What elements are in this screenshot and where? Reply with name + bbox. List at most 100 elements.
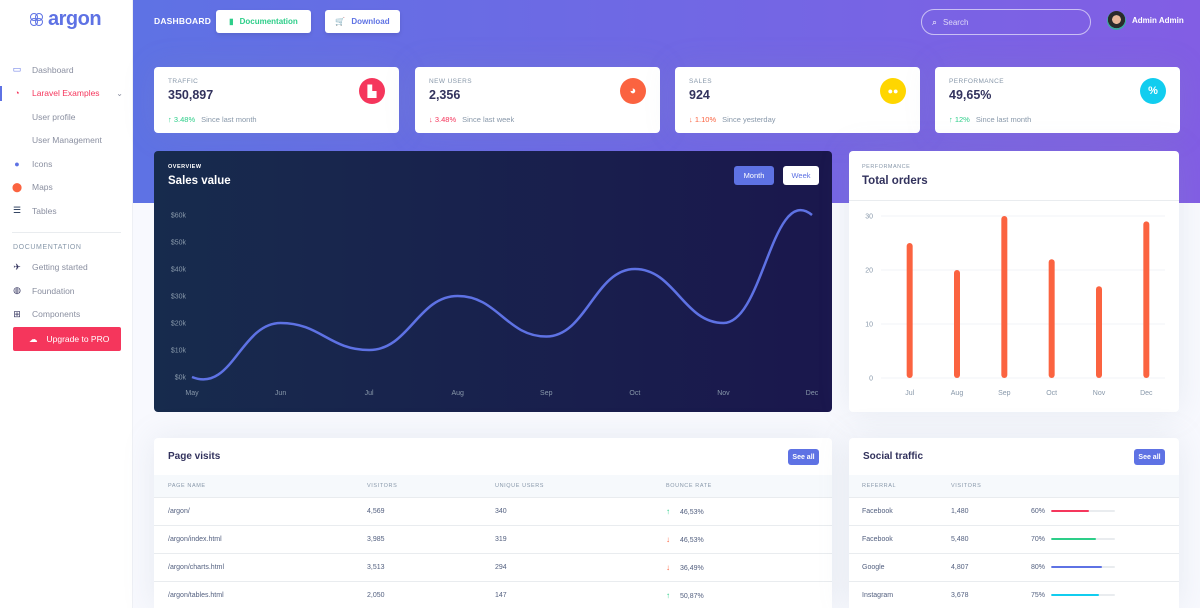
sidebar-item-label: Getting started bbox=[32, 262, 88, 273]
referral-cell: Facebook bbox=[849, 525, 951, 554]
bounce-rate-value: 46,53% bbox=[680, 508, 704, 516]
sidebar-item-label: Dashboard bbox=[32, 64, 74, 75]
user-menu[interactable]: Admin Admin bbox=[1107, 11, 1184, 30]
x-tick-label: Nov bbox=[1093, 390, 1106, 397]
list-icon: ☰ bbox=[12, 205, 22, 216]
social-traffic-table: REFERRAL VISITORS Facebook 1,480 60% Facebo… bbox=[849, 475, 1179, 608]
column-header: UNIQUE USERS bbox=[495, 475, 666, 498]
progress-fill bbox=[1051, 566, 1103, 568]
sidebar-item-getting-started[interactable]: ✈ Getting started bbox=[0, 256, 133, 280]
month-toggle-button[interactable]: Month bbox=[734, 166, 774, 185]
arrow-up-icon: ↑ bbox=[666, 506, 670, 516]
sidebar-item-label: Tables bbox=[32, 205, 57, 216]
sidebar-item-user-management[interactable]: User Management bbox=[0, 129, 133, 153]
stat-since: Since last month bbox=[201, 115, 257, 124]
percent-icon: % bbox=[1140, 78, 1166, 104]
stat-label: NEW USERS bbox=[429, 78, 472, 85]
stat-change: 3.48% bbox=[434, 115, 457, 124]
stat-card-traffic: TRAFFIC 350,897 ▙ ↑ 3.48% Since last mon… bbox=[154, 67, 399, 133]
orders-bar-chart: 0 10 20 30 Jul Aug Sep Oct Nov Dec bbox=[865, 214, 1165, 397]
bounce-rate-value: 36,49% bbox=[680, 564, 704, 572]
brand-logo[interactable]: argon bbox=[30, 8, 102, 31]
week-toggle-button[interactable]: Week bbox=[783, 166, 819, 185]
table-row[interactable]: Google 4,807 80% bbox=[849, 553, 1179, 582]
bar bbox=[1143, 221, 1150, 378]
see-all-button[interactable]: See all bbox=[1134, 449, 1165, 465]
bounce-rate-cell: ↑ 50,87% bbox=[666, 581, 832, 608]
search-box[interactable]: ⌕ bbox=[921, 9, 1091, 35]
progress-bar bbox=[1051, 566, 1116, 568]
sidebar-divider bbox=[12, 231, 121, 233]
stat-footer: ↓ 3.48% Since last week bbox=[429, 115, 514, 124]
x-tick-label: Sep bbox=[540, 390, 553, 397]
sidebar-item-dashboard[interactable]: ▭ Dashboard bbox=[0, 58, 133, 82]
progress-bar bbox=[1051, 538, 1116, 540]
download-button[interactable]: 🛒 Download bbox=[325, 10, 400, 33]
table-row[interactable]: Facebook 5,480 70% bbox=[849, 525, 1179, 554]
sidebar-item-maps[interactable]: ⬤ Maps bbox=[0, 176, 133, 200]
visitors-cell: 3,513 bbox=[367, 553, 495, 582]
y-tick-label: $0k bbox=[175, 375, 187, 382]
documentation-label: Documentation bbox=[239, 17, 298, 26]
x-tick-label: Jul bbox=[905, 390, 914, 397]
upgrade-to-pro-button[interactable]: ☁ Upgrade to PRO bbox=[13, 327, 121, 351]
card-title: Sales value bbox=[168, 175, 231, 187]
chart-bar-icon: ▙ bbox=[359, 78, 385, 104]
table-row[interactable]: /argon/charts.html 3,513 294 ↓ 36,49% bbox=[154, 553, 832, 582]
table-row[interactable]: Facebook 1,480 60% bbox=[849, 497, 1179, 526]
sidebar-item-label: Laravel Examples bbox=[32, 88, 100, 99]
sidebar-item-foundation[interactable]: ◍ Foundation bbox=[0, 279, 133, 303]
sidebar-item-components[interactable]: ⊞ Components bbox=[0, 303, 133, 327]
total-orders-card: PERFORMANCE Total orders 0 10 20 30 Jul Aug Se… bbox=[849, 151, 1179, 412]
sidebar-item-icons[interactable]: ● Icons bbox=[0, 152, 133, 176]
unique-users-cell: 147 bbox=[495, 581, 666, 608]
percent-label: 60% bbox=[1031, 507, 1046, 515]
table-row[interactable]: Instagram 3,678 75% bbox=[849, 581, 1179, 608]
stat-footer: ↑ 3.48% Since last month bbox=[168, 115, 257, 124]
stat-value: 49,65% bbox=[949, 88, 992, 102]
referral-cell: Facebook bbox=[849, 497, 951, 526]
column-header: BOUNCE RATE bbox=[666, 475, 832, 498]
cart-icon: 🛒 bbox=[335, 17, 346, 26]
table-row[interactable]: /argon/index.html 3,985 319 ↓ 46,53% bbox=[154, 525, 832, 554]
stat-change: 3.48% bbox=[173, 115, 196, 124]
sidebar-nav: ▭ Dashboard ◔ Laravel Examples ⌄ User pr… bbox=[0, 58, 133, 326]
table-row[interactable]: /argon/4,569 340 ↑ 46,53% bbox=[154, 497, 832, 526]
documentation-button[interactable]: ▮ Documentation bbox=[216, 10, 311, 33]
progress-fill bbox=[1051, 510, 1090, 512]
y-tick-label: $50k bbox=[171, 240, 187, 247]
pin-icon: ⬤ bbox=[11, 181, 23, 192]
book-icon: ▮ bbox=[229, 17, 234, 26]
see-all-button[interactable]: See all bbox=[788, 449, 819, 465]
sales-line-chart: $0k $10k $20k $30k $40k $50k $60k May Jun Jul Aug S… bbox=[171, 209, 819, 397]
table-row[interactable]: /argon/tables.html 2,050 147 ↑ 50,87% bbox=[154, 581, 832, 608]
x-tick-label: Nov bbox=[717, 390, 730, 397]
progress-bar bbox=[1051, 510, 1116, 512]
stat-change: 12% bbox=[954, 115, 970, 124]
sidebar-item-user-profile[interactable]: User profile bbox=[0, 105, 133, 129]
visitors-cell: 3,678 bbox=[951, 581, 1031, 608]
visitors-cell: 4,807 bbox=[951, 553, 1031, 582]
sidebar-item-laravel-examples[interactable]: ◔ Laravel Examples ⌄ bbox=[0, 82, 133, 106]
y-tick-label: 10 bbox=[865, 322, 873, 329]
stat-since: Since last week bbox=[462, 115, 515, 124]
users-icon: ●● bbox=[880, 78, 906, 104]
percent-label: 70% bbox=[1031, 535, 1046, 543]
arrow-up-icon: ↑ bbox=[666, 590, 670, 600]
x-tick-label: May bbox=[185, 390, 199, 397]
x-tick-label: Jun bbox=[275, 390, 286, 397]
card-title: Page visits bbox=[168, 451, 221, 462]
stat-value: 924 bbox=[689, 88, 710, 102]
page-title[interactable]: DASHBOARD bbox=[154, 16, 211, 26]
avatar bbox=[1107, 11, 1126, 30]
documentation-heading: DOCUMENTATION bbox=[13, 243, 82, 251]
sidebar-item-tables[interactable]: ☰ Tables bbox=[0, 199, 133, 223]
x-tick-label: Aug bbox=[951, 390, 964, 397]
stat-card-new-users: NEW USERS 2,356 ◕ ↓ 3.48% Since last wee… bbox=[415, 67, 660, 133]
unique-users-cell: 294 bbox=[495, 553, 666, 582]
sidebar-item-label: Icons bbox=[32, 158, 53, 169]
unique-users-cell: 340 bbox=[495, 497, 666, 526]
referral-cell: Google bbox=[849, 553, 951, 582]
search-input[interactable] bbox=[943, 17, 1074, 27]
column-header: VISITORS bbox=[951, 475, 1031, 498]
